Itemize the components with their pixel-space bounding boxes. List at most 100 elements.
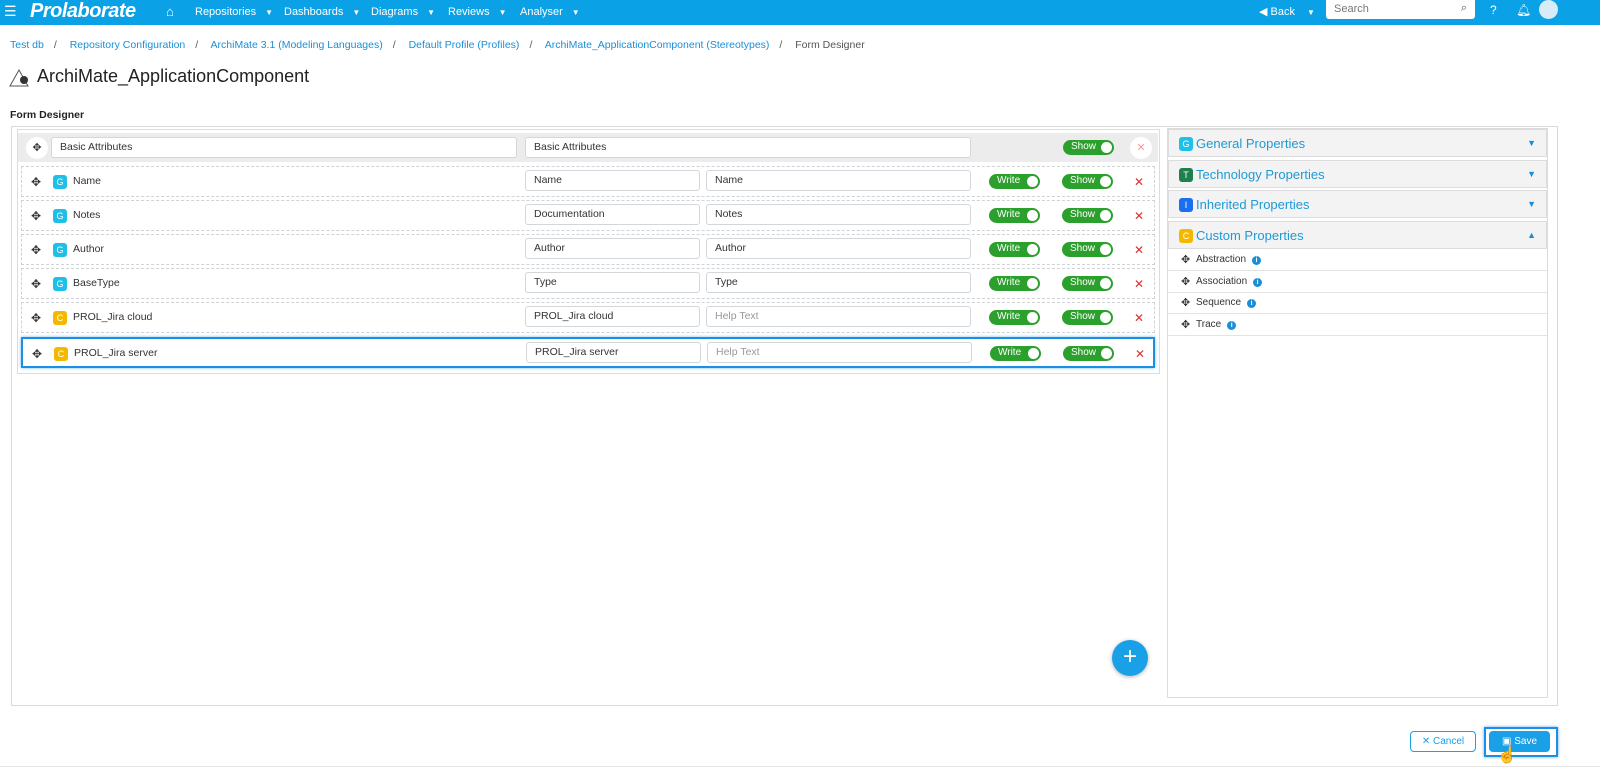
field-help-input[interactable]: Name — [706, 170, 971, 191]
chevron-down-icon[interactable]: ▼ — [1527, 199, 1536, 209]
breadcrumb-item[interactable]: ArchiMate 3.1 (Modeling Languages) — [211, 39, 383, 51]
write-toggle[interactable]: Write — [989, 174, 1040, 189]
delete-icon[interactable]: ✕ — [1134, 209, 1144, 223]
show-toggle[interactable]: Show — [1062, 276, 1113, 291]
field-row[interactable]: ✥ C PROL_Jira server PROL_Jira server He… — [21, 337, 1155, 368]
hand-cursor-icon: ☝ — [1497, 747, 1517, 764]
save-label: Save — [1514, 736, 1538, 747]
move-icon[interactable]: ✥ — [31, 209, 41, 223]
field-row[interactable]: ✥ G Name Name Name Write Show ✕ — [21, 166, 1155, 197]
nav-repositories[interactable]: Repositories ▼ — [195, 6, 273, 18]
delete-group-icon[interactable]: ✕ — [1130, 137, 1152, 159]
move-icon[interactable]: ✥ — [26, 137, 48, 159]
field-alias-input[interactable]: Name — [525, 170, 700, 191]
field-alias-input[interactable]: PROL_Jira cloud — [525, 306, 700, 327]
field-row[interactable]: ✥ G BaseType Type Type Write Show ✕ — [21, 268, 1155, 299]
nav-analyser[interactable]: Analyser ▼ — [520, 6, 580, 18]
show-toggle[interactable]: Show — [1063, 346, 1114, 361]
move-icon[interactable]: ✥ — [31, 311, 41, 325]
move-icon[interactable]: ✥ — [31, 277, 41, 291]
show-toggle[interactable]: Show — [1062, 310, 1113, 325]
info-icon[interactable]: i — [1227, 320, 1237, 330]
logo[interactable]: Prolaborate — [30, 0, 136, 23]
bell-icon[interactable]: 🔔︎ — [1516, 3, 1531, 17]
group-display-input[interactable]: Basic Attributes — [525, 137, 971, 158]
move-icon[interactable]: ✥ — [1181, 275, 1190, 288]
info-icon[interactable]: i — [1253, 277, 1263, 287]
field-alias-input[interactable]: PROL_Jira server — [526, 342, 701, 363]
field-help-input[interactable]: Author — [706, 238, 971, 259]
breadcrumb-item[interactable]: ArchiMate_ApplicationComponent (Stereoty… — [545, 39, 770, 51]
close-icon: ✕ — [1421, 736, 1434, 747]
field-alias-input[interactable]: Author — [525, 238, 700, 259]
move-icon[interactable]: ✥ — [32, 347, 42, 361]
delete-icon[interactable]: ✕ — [1134, 243, 1144, 257]
breadcrumb-item[interactable]: Default Profile (Profiles) — [409, 39, 520, 51]
show-toggle[interactable]: Show — [1062, 242, 1113, 257]
field-row[interactable]: ✥ G Author Author Author Write Show ✕ — [21, 234, 1155, 265]
write-toggle[interactable]: Write — [989, 208, 1040, 223]
info-icon[interactable]: i — [1252, 256, 1262, 265]
custom-property-item[interactable]: ✥ Abstraction i — [1168, 250, 1547, 271]
accordion-custom-properties[interactable]: C Custom Properties ▲ — [1168, 221, 1547, 249]
add-button[interactable]: + — [1112, 640, 1148, 676]
nav-reviews[interactable]: Reviews ▼ — [448, 6, 507, 18]
group-show-toggle[interactable]: Show — [1063, 140, 1114, 155]
accordion-general-properties[interactable]: G General Properties ▼ — [1168, 129, 1547, 157]
panel-title: Custom Properties — [1196, 228, 1304, 243]
field-row[interactable]: ✥ G Notes Documentation Notes Write Show… — [21, 200, 1155, 231]
search-icon[interactable]: ⌕ — [1461, 2, 1467, 15]
delete-icon[interactable]: ✕ — [1134, 175, 1144, 189]
accordion-inherited-properties[interactable]: I Inherited Properties ▼ — [1168, 190, 1547, 218]
move-icon[interactable]: ✥ — [31, 175, 41, 189]
field-alias-input[interactable]: Documentation — [525, 204, 700, 225]
field-help-input[interactable]: Help Text — [706, 306, 971, 327]
delete-icon[interactable]: ✕ — [1134, 277, 1144, 291]
search-input[interactable]: Search ⌕ — [1326, 0, 1475, 19]
avatar[interactable] — [1539, 0, 1558, 19]
field-row[interactable]: ✥ C PROL_Jira cloud PROL_Jira cloud Help… — [21, 302, 1155, 333]
custom-property-item[interactable]: ✥ Sequence i — [1168, 293, 1547, 314]
move-icon[interactable]: ✥ — [31, 243, 41, 257]
field-help-input[interactable]: Help Text — [707, 342, 972, 363]
write-toggle[interactable]: Write — [990, 346, 1041, 361]
panel-badge: G — [1179, 137, 1193, 151]
move-icon[interactable]: ✥ — [1181, 296, 1190, 309]
delete-icon[interactable]: ✕ — [1135, 347, 1145, 361]
home-icon[interactable]: ⌂ — [166, 4, 174, 19]
move-icon[interactable]: ✥ — [1181, 253, 1190, 266]
nav-label: Dashboards — [284, 6, 344, 18]
nav-dashboards[interactable]: Dashboards ▼ — [284, 6, 360, 18]
field-help-input[interactable]: Type — [706, 272, 971, 293]
panel-title: Inherited Properties — [1196, 197, 1310, 212]
cancel-button[interactable]: ✕ Cancel — [1410, 731, 1476, 752]
write-toggle[interactable]: Write — [989, 242, 1040, 257]
move-icon[interactable]: ✥ — [1181, 318, 1190, 331]
chevron-down-icon[interactable]: ▼ — [1527, 169, 1536, 179]
field-label: BaseType — [73, 277, 120, 289]
breadcrumb-item[interactable]: Repository Configuration — [70, 39, 186, 51]
show-toggle[interactable]: Show — [1062, 208, 1113, 223]
caret-down-icon: ▼ — [498, 8, 507, 17]
delete-icon[interactable]: ✕ — [1134, 311, 1144, 325]
write-toggle[interactable]: Write — [989, 276, 1040, 291]
show-toggle[interactable]: Show — [1062, 174, 1113, 189]
nav-diagrams[interactable]: Diagrams ▼ — [371, 6, 435, 18]
caret-down-icon: ▼ — [265, 8, 274, 17]
help-icon[interactable]: ? — [1490, 3, 1497, 17]
write-toggle[interactable]: Write — [989, 310, 1040, 325]
field-type-badge: C — [53, 311, 67, 325]
accordion-technology-properties[interactable]: T Technology Properties ▼ — [1168, 160, 1547, 188]
field-alias-input[interactable]: Type — [525, 272, 700, 293]
chevron-up-icon[interactable]: ▲ — [1527, 230, 1536, 240]
custom-property-item[interactable]: ✥ Trace i — [1168, 315, 1547, 336]
field-help-input[interactable]: Notes — [706, 204, 971, 225]
custom-property-item[interactable]: ✥ Association i — [1168, 272, 1547, 293]
back-button[interactable]: ◀ Back ▼ — [1259, 5, 1315, 18]
info-icon[interactable]: i — [1247, 299, 1257, 308]
chevron-down-icon[interactable]: ▼ — [1527, 138, 1536, 148]
breadcrumb-item[interactable]: Test db — [10, 39, 44, 51]
group-name-input[interactable]: Basic Attributes — [51, 137, 517, 158]
field-type-badge: C — [54, 347, 68, 361]
hamburger-menu-icon[interactable]: ☰ — [4, 3, 17, 20]
